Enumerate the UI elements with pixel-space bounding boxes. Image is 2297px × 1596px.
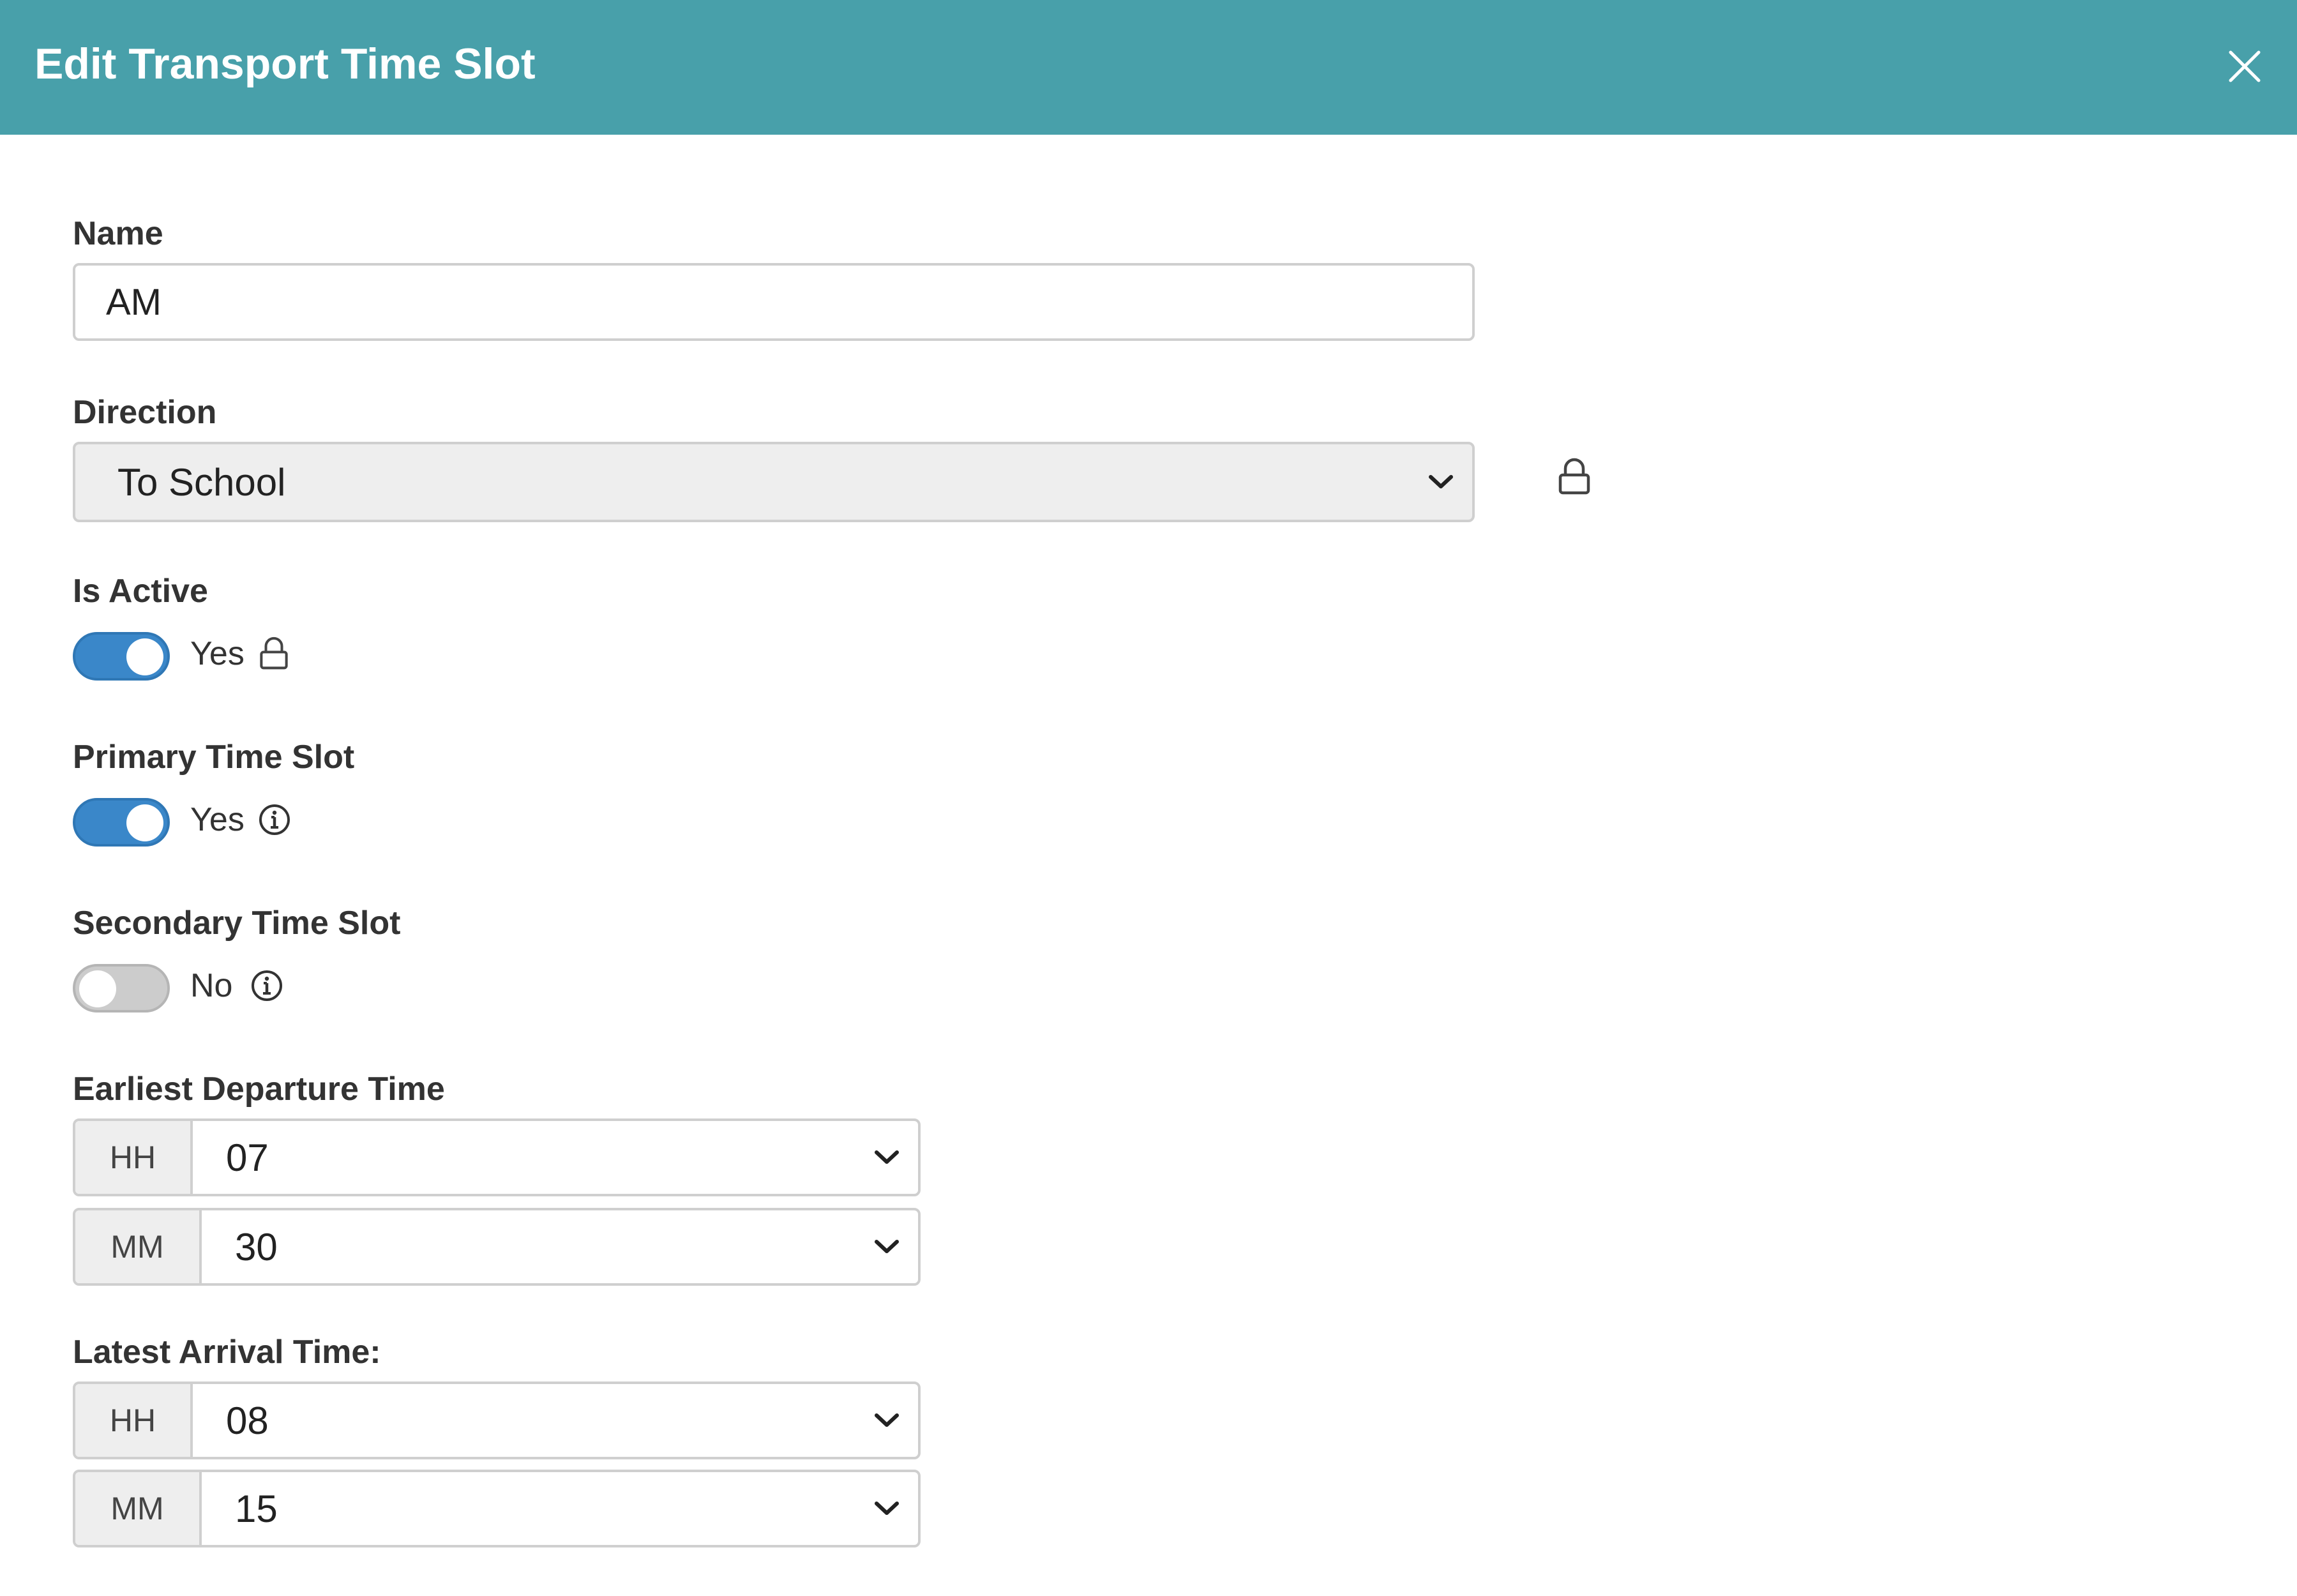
primary-time-slot-label: Primary Time Slot bbox=[73, 739, 355, 776]
secondary-time-slot-state: No bbox=[190, 967, 233, 1004]
close-button[interactable] bbox=[2219, 41, 2270, 92]
chevron-down-icon bbox=[1429, 475, 1453, 488]
latest-arrival-label: Latest Arrival Time: bbox=[73, 1334, 381, 1371]
mm-addon: MM bbox=[75, 1472, 202, 1545]
hh-addon: HH bbox=[75, 1384, 193, 1457]
is-active-label: Is Active bbox=[73, 573, 208, 610]
info-icon[interactable] bbox=[258, 803, 291, 836]
latest-arrival-hh-select[interactable]: 08 bbox=[193, 1384, 918, 1457]
hh-value: 08 bbox=[226, 1399, 269, 1442]
info-icon[interactable] bbox=[250, 969, 283, 1002]
lock-icon bbox=[1558, 458, 1590, 495]
name-label: Name bbox=[73, 215, 163, 252]
mm-addon: MM bbox=[75, 1210, 202, 1283]
direction-label: Direction bbox=[73, 394, 217, 431]
earliest-departure-hh-group: HH 07 bbox=[73, 1118, 921, 1196]
lock-icon bbox=[260, 636, 288, 670]
earliest-departure-mm-group: MM 30 bbox=[73, 1208, 921, 1286]
mm-value: 30 bbox=[235, 1225, 278, 1269]
direction-value: To School bbox=[117, 460, 286, 504]
earliest-departure-hh-select[interactable]: 07 bbox=[193, 1121, 918, 1194]
latest-arrival-mm-select[interactable]: 15 bbox=[202, 1472, 918, 1545]
primary-time-slot-state: Yes bbox=[190, 801, 245, 838]
chevron-down-icon bbox=[875, 1150, 899, 1164]
latest-arrival-mm-group: MM 15 bbox=[73, 1470, 921, 1547]
name-input[interactable] bbox=[73, 263, 1475, 341]
hh-addon: HH bbox=[75, 1121, 193, 1194]
earliest-departure-label: Earliest Departure Time bbox=[73, 1071, 445, 1108]
secondary-time-slot-label: Secondary Time Slot bbox=[73, 905, 401, 942]
chevron-down-icon bbox=[875, 1413, 899, 1427]
toggle-knob bbox=[79, 970, 116, 1007]
hh-value: 07 bbox=[226, 1136, 269, 1179]
secondary-time-slot-toggle[interactable] bbox=[73, 964, 170, 1013]
primary-time-slot-toggle[interactable] bbox=[73, 798, 170, 847]
toggle-knob bbox=[126, 638, 163, 675]
direction-select[interactable]: To School bbox=[73, 442, 1475, 522]
latest-arrival-hh-group: HH 08 bbox=[73, 1381, 921, 1459]
close-icon bbox=[2229, 50, 2261, 82]
earliest-departure-mm-select[interactable]: 30 bbox=[202, 1210, 918, 1283]
dialog-header: Edit Transport Time Slot bbox=[0, 0, 2297, 135]
dialog-title: Edit Transport Time Slot bbox=[34, 40, 536, 88]
toggle-knob bbox=[126, 804, 163, 841]
chevron-down-icon bbox=[875, 1502, 899, 1515]
is-active-state: Yes bbox=[190, 635, 245, 672]
chevron-down-icon bbox=[875, 1240, 899, 1253]
is-active-toggle[interactable] bbox=[73, 632, 170, 681]
mm-value: 15 bbox=[235, 1487, 278, 1530]
